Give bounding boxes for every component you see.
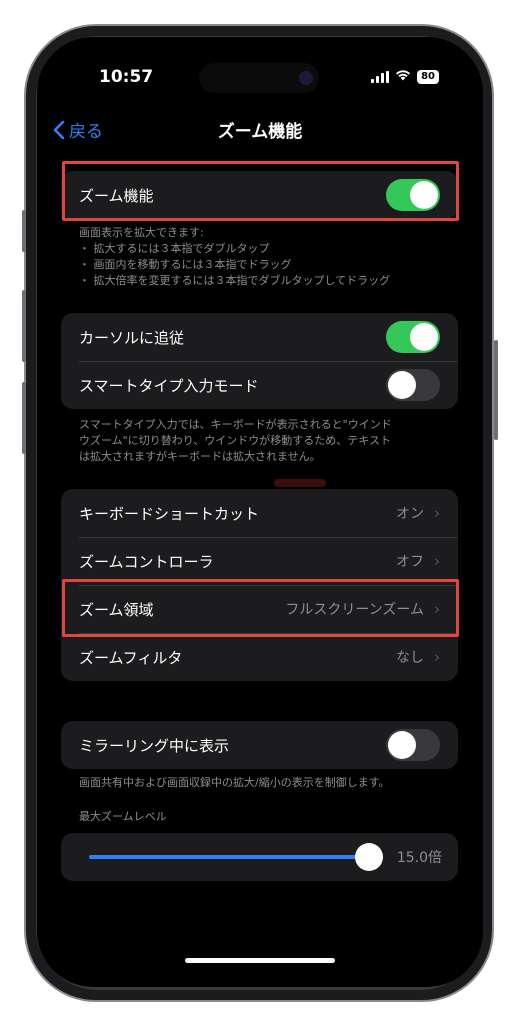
smart-typing-note-line: は拡大されますがキーボードは拡大されません。 xyxy=(79,450,321,463)
follow-cursor-row: カーソルに追従 xyxy=(61,313,458,361)
mirroring-row: ミラーリング中に表示 xyxy=(61,721,458,769)
highlight-box-zoom-region xyxy=(62,579,459,637)
highlight-box-zoom xyxy=(62,161,459,221)
red-marker xyxy=(274,479,326,487)
zoom-note-line: ・ 拡大するには３本指でダブルタップ xyxy=(79,242,270,255)
signal-icon xyxy=(371,71,390,83)
follow-cursor-toggle[interactable] xyxy=(386,321,440,353)
zoom-note-line: ・ 画面内を移動するには３本指でドラッグ xyxy=(79,258,292,271)
row-label: ズームコントローラ xyxy=(79,552,214,571)
wifi-icon xyxy=(395,69,411,85)
volume-up-button xyxy=(22,290,26,362)
screen: 10:57 80 戻る ズーム機能 ズーム機能 画面表示を拡大できます: ・ 拡… xyxy=(37,37,483,987)
smart-typing-note-line: スマートタイプ入力では、キーボードが表示されると"ウインド xyxy=(79,418,392,431)
mirroring-note: 画面共有中および画面収録中の拡大/縮小の表示を制御します。 xyxy=(79,776,390,789)
power-button xyxy=(494,340,498,440)
chevron-right-icon: › xyxy=(434,648,440,666)
volume-down-button xyxy=(22,382,26,454)
smart-typing-note-line: ウズーム"に切り替わり、ウインドウが移動するため、テキスト xyxy=(79,434,391,447)
smart-typing-toggle[interactable] xyxy=(386,369,440,401)
zoom-note-line: ・ 拡大倍率を変更するには３本指でダブルタップしてドラッグ xyxy=(79,274,391,287)
follow-cursor-label: カーソルに追従 xyxy=(79,328,185,347)
status-time: 10:57 xyxy=(99,67,154,87)
max-zoom-slider-track[interactable] xyxy=(89,855,371,859)
smart-typing-notes: スマートタイプ入力では、キーボードが表示されると"ウインド ウズーム"に切り替わ… xyxy=(79,417,449,465)
toggle-knob xyxy=(388,731,416,759)
zoom-filter-row[interactable]: ズームフィルタ なし › xyxy=(61,633,458,681)
status-icons: 80 xyxy=(371,69,439,85)
mirroring-label: ミラーリング中に表示 xyxy=(79,736,230,755)
max-zoom-value: 15.0倍 xyxy=(396,850,442,866)
row-label: キーボードショートカット xyxy=(79,504,260,523)
row-value: オン xyxy=(396,506,424,522)
camera-icon xyxy=(299,71,313,85)
chevron-right-icon: › xyxy=(434,504,440,522)
toggle-knob xyxy=(410,323,438,351)
max-zoom-header: 最大ズームレベル xyxy=(79,810,167,823)
home-indicator[interactable] xyxy=(185,958,335,963)
page-title: ズーム機能 xyxy=(217,122,303,142)
mirroring-toggle[interactable] xyxy=(386,729,440,761)
action-button xyxy=(22,210,26,252)
row-value: オフ xyxy=(396,554,424,570)
chevron-right-icon: › xyxy=(434,552,440,570)
smart-typing-row: スマートタイプ入力モード xyxy=(61,361,458,409)
row-value: なし xyxy=(396,650,424,666)
max-zoom-slider-thumb[interactable] xyxy=(355,843,383,871)
toggle-knob xyxy=(388,371,416,399)
zoom-note-line: 画面表示を拡大できます: xyxy=(79,226,204,239)
battery-icon: 80 xyxy=(417,70,439,84)
keyboard-shortcuts-row[interactable]: キーボードショートカット オン › xyxy=(61,489,458,537)
zoom-controller-row[interactable]: ズームコントローラ オフ › xyxy=(61,537,458,585)
mirroring-group: ミラーリング中に表示 xyxy=(61,721,458,769)
cursor-group: カーソルに追従 スマートタイプ入力モード xyxy=(61,313,458,409)
row-label: ズームフィルタ xyxy=(79,648,183,667)
smart-typing-label: スマートタイプ入力モード xyxy=(79,376,259,395)
zoom-notes: 画面表示を拡大できます: ・ 拡大するには３本指でダブルタップ ・ 画面内を移動… xyxy=(79,225,449,289)
max-zoom-group: 15.0倍 xyxy=(61,833,458,881)
